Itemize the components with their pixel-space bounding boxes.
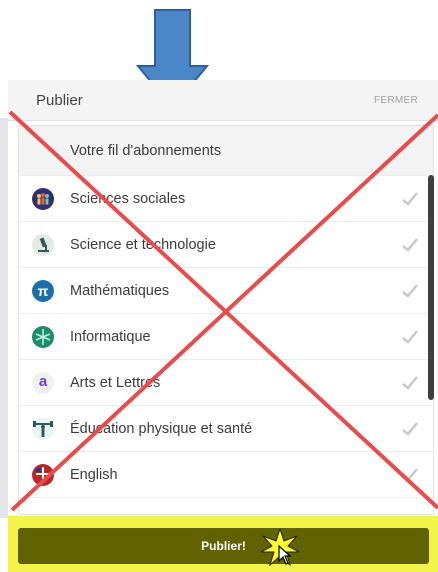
flag-globe-icon <box>32 464 54 486</box>
letter-a-icon: a <box>32 372 54 394</box>
pi-icon: π <box>32 280 54 302</box>
list-item-education-physique[interactable]: Éducation physique et santé <box>19 406 433 452</box>
publish-button[interactable]: Publier! <box>18 528 429 564</box>
list-item-label: English <box>70 467 118 483</box>
list-item-english[interactable]: English <box>19 452 433 498</box>
list-item-mathematiques[interactable]: π Mathématiques <box>19 268 433 314</box>
list-item-label: Arts et Lettres <box>70 375 161 391</box>
list-item-science-technologie[interactable]: Science et technologie <box>19 222 433 268</box>
close-button[interactable]: FERMER <box>374 95 418 106</box>
circuit-icon <box>32 326 54 348</box>
check-icon <box>402 376 418 390</box>
publish-footer: Publier! <box>8 516 438 572</box>
check-icon <box>402 192 418 206</box>
dialog-title: Publier <box>36 92 83 109</box>
microscope-icon <box>32 234 54 256</box>
mouse-cursor-icon <box>278 545 292 565</box>
list-item-label: Informatique <box>70 329 151 345</box>
check-icon <box>402 422 418 436</box>
subject-list: Votre fil d'abonnements Sciences sociale… <box>18 125 434 515</box>
list-item-label: Votre fil d'abonnements <box>70 143 222 159</box>
people-icon <box>32 188 54 210</box>
list-item-label: Sciences sociales <box>70 191 186 207</box>
check-icon <box>402 284 418 298</box>
list-item-arts-lettres[interactable]: a Arts et Lettres <box>19 360 433 406</box>
list-item-label: Science et technologie <box>70 237 216 253</box>
list-item-label: Mathématiques <box>70 283 170 299</box>
check-icon <box>402 330 418 344</box>
list-item-sciences-sociales[interactable]: Sciences sociales <box>19 176 433 222</box>
check-icon <box>402 468 418 482</box>
list-item-feed[interactable]: Votre fil d'abonnements <box>19 126 433 176</box>
publish-dialog-header: Publier FERMER <box>8 80 438 121</box>
background-page-strip <box>0 118 8 518</box>
list-scrollbar[interactable] <box>428 175 434 400</box>
list-item-informatique[interactable]: Informatique <box>19 314 433 360</box>
list-item-label: Éducation physique et santé <box>70 421 253 437</box>
check-icon <box>402 238 418 252</box>
weightlifter-icon <box>32 418 54 440</box>
